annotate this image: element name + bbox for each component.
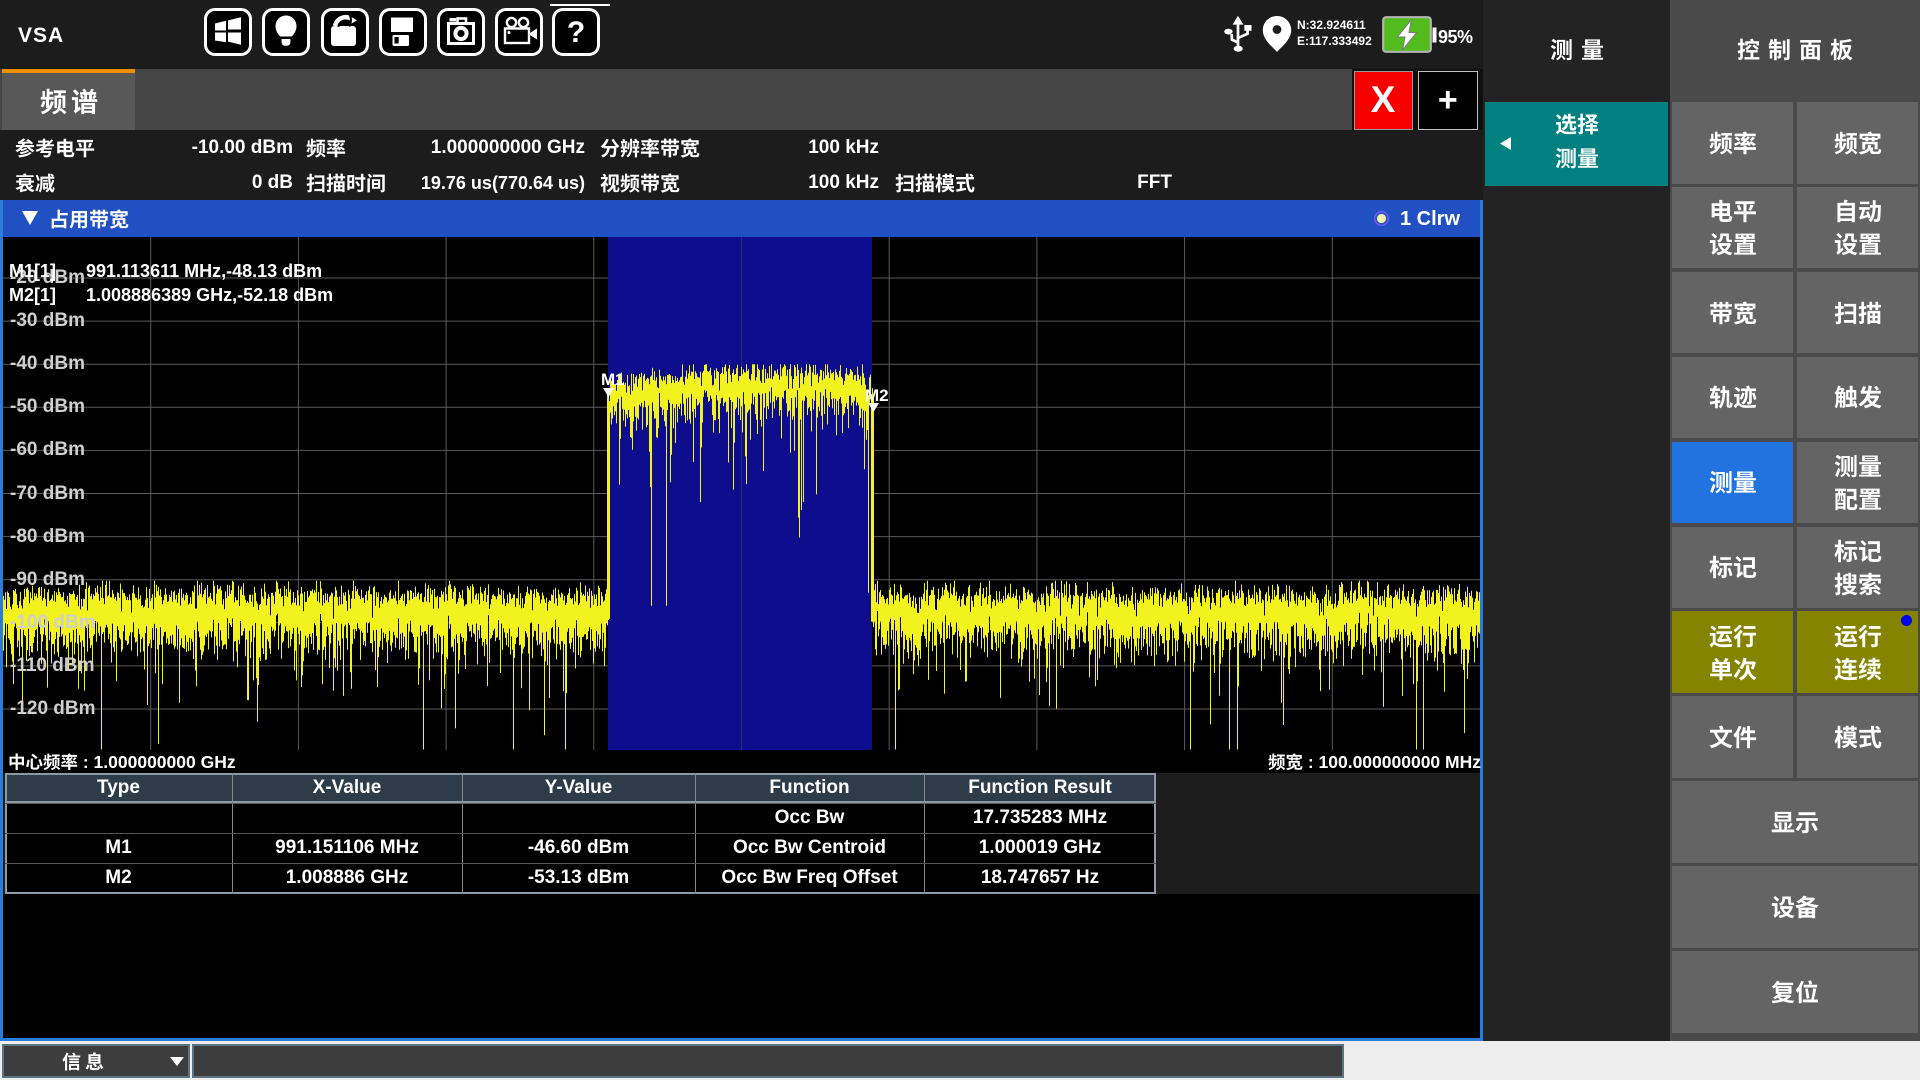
svg-text:?: ? [567, 16, 585, 49]
